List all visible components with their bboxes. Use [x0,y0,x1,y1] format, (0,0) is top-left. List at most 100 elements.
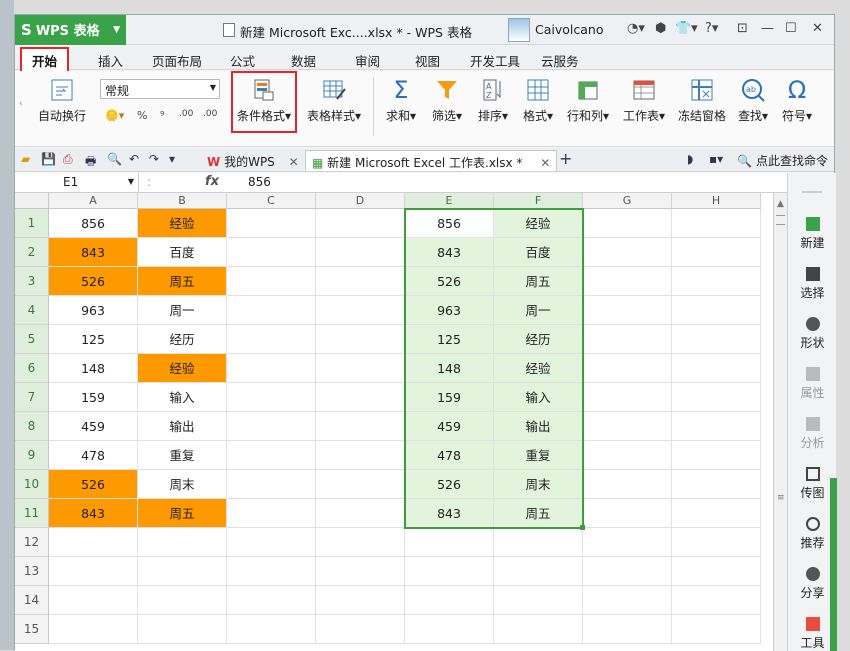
cell-e4[interactable]: 963 [405,296,494,325]
cell-e12[interactable] [405,528,494,557]
cell-b4[interactable]: 周一 [138,296,227,325]
cell-f6[interactable]: 经验 [494,354,583,383]
row-header[interactable]: 13 [15,557,49,586]
tab-view[interactable]: 视图 [415,51,440,70]
cell-a2[interactable]: 843 [49,238,138,267]
restore-ribbon-icon[interactable]: ⊡ [737,21,748,36]
cell-d15[interactable] [316,615,405,644]
cell-f7[interactable]: 输入 [494,383,583,412]
row-col-button[interactable]: 行和列▾ [563,77,613,124]
open-folder-icon[interactable]: ▰ [21,152,30,166]
cell-a12[interactable] [49,528,138,557]
cell-a4[interactable]: 963 [49,296,138,325]
close-icon[interactable]: ✕ [812,21,823,36]
cell-b6[interactable]: 经验 [138,354,227,383]
tab-data[interactable]: 数据 [291,51,316,70]
cell-e5[interactable]: 125 [405,325,494,354]
cell-f2[interactable]: 百度 [494,238,583,267]
cell-g4[interactable] [583,296,672,325]
cell-g14[interactable] [583,586,672,615]
cell-h10[interactable] [672,470,761,499]
cell-d4[interactable] [316,296,405,325]
user-name[interactable]: Caivolcano [535,22,603,37]
cell-g7[interactable] [583,383,672,412]
cell-h1[interactable] [672,209,761,238]
close-tab-icon[interactable]: ✕ [540,156,550,170]
tab-document[interactable]: ▦ 新建 Microsoft Excel 工作表.xlsx * ✕ [305,150,558,171]
cell-b5[interactable]: 经历 [138,325,227,354]
cell-e2[interactable]: 843 [405,238,494,267]
cell-g10[interactable] [583,470,672,499]
cell-e8[interactable]: 459 [405,412,494,441]
format-button[interactable]: 格式▾ [518,77,558,124]
tab-my-wps[interactable]: W 我的WPS ✕ [201,150,305,171]
cell-h4[interactable] [672,296,761,325]
cell-f4[interactable]: 周一 [494,296,583,325]
ribbon-scroll-left-icon[interactable]: ‹ [19,99,23,109]
panel-select[interactable]: 选择 [788,267,837,301]
cell-e9[interactable]: 478 [405,441,494,470]
currency-icon[interactable]: 🪙▾ [105,109,124,122]
collapse-ribbon-icon[interactable]: ◗ [687,152,693,166]
cell-c2[interactable] [227,238,316,267]
cell-h2[interactable] [672,238,761,267]
cell-c3[interactable] [227,267,316,296]
cell-e1[interactable]: 856 [405,209,494,238]
cell-e15[interactable] [405,615,494,644]
cell-g6[interactable] [583,354,672,383]
column-header-f[interactable]: F [494,193,583,209]
cell-h14[interactable] [672,586,761,615]
cell-e13[interactable] [405,557,494,586]
worksheet-button[interactable]: 工作表▾ [619,77,669,124]
cell-g3[interactable] [583,267,672,296]
select-all-corner[interactable] [15,193,49,209]
cell-b2[interactable]: 百度 [138,238,227,267]
cell-d7[interactable] [316,383,405,412]
cell-b7[interactable]: 输入 [138,383,227,412]
minimize-icon[interactable]: — [761,21,774,36]
export-pdf-icon[interactable]: ⎙ [63,152,73,167]
column-header-b[interactable]: B [138,193,227,209]
cell-a5[interactable]: 125 [49,325,138,354]
cell-b1[interactable]: 经验 [138,209,227,238]
help-icon[interactable]: ?▾ [705,21,718,36]
panel-analysis[interactable]: 分析 [788,417,837,451]
cell-h15[interactable] [672,615,761,644]
cell-a1[interactable]: 856 [49,209,138,238]
panel-shape[interactable]: 形状 [788,317,837,351]
cell-c5[interactable] [227,325,316,354]
panel-grip[interactable] [802,191,822,193]
cell-h7[interactable] [672,383,761,412]
row-header[interactable]: 12 [15,528,49,557]
cell-b13[interactable] [138,557,227,586]
find-button[interactable]: ab 查找▾ [733,77,773,124]
cell-h5[interactable] [672,325,761,354]
cell-c6[interactable] [227,354,316,383]
cell-d11[interactable] [316,499,405,528]
print-preview-icon[interactable]: 🔍 [107,152,122,166]
row-header[interactable]: 9 [15,441,49,470]
tab-insert[interactable]: 插入 [98,51,123,70]
cell-b11[interactable]: 周五 [138,499,227,528]
scroll-grip-icon[interactable]: ≡ [777,493,785,503]
row-header[interactable]: 11 [15,499,49,528]
cell-c9[interactable] [227,441,316,470]
conditional-format-button[interactable]: 条件格式▾ [233,77,295,124]
freeze-panes-button[interactable]: 冻结窗格 [675,77,729,124]
cell-e10[interactable]: 526 [405,470,494,499]
cell-d14[interactable] [316,586,405,615]
cell-a13[interactable] [49,557,138,586]
cell-c14[interactable] [227,586,316,615]
more-commands-icon[interactable]: ▾ [169,152,175,166]
cell-h6[interactable] [672,354,761,383]
cell-a11[interactable]: 843 [49,499,138,528]
command-search[interactable]: 🔍 点此查找命令 [737,152,828,169]
cell-a10[interactable]: 526 [49,470,138,499]
row-header[interactable]: 14 [15,586,49,615]
comma-button[interactable]: ⁹ [160,109,164,122]
cell-a14[interactable] [49,586,138,615]
cell-f12[interactable] [494,528,583,557]
column-header-g[interactable]: G [583,193,672,209]
cell-h3[interactable] [672,267,761,296]
cell-a9[interactable]: 478 [49,441,138,470]
